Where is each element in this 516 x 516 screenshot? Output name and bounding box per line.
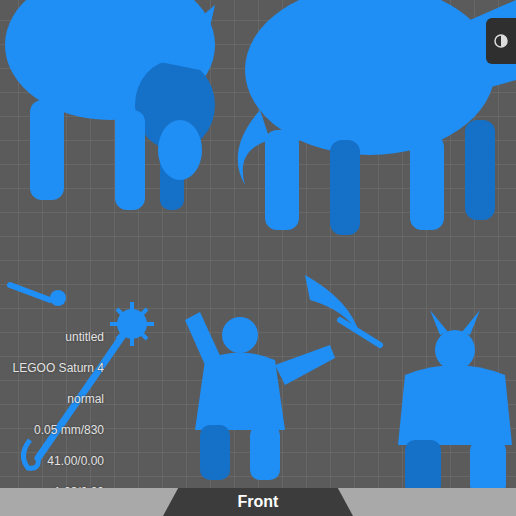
model-scene[interactable] — [0, 0, 516, 516]
orc-rider-armored-icon[interactable] — [398, 310, 512, 495]
flail-icon[interactable] — [10, 285, 66, 306]
mace-icon[interactable] — [23, 302, 154, 468]
print-info-line: normal — [67, 390, 104, 408]
print-info-line: LEGOO Saturn 4 — [13, 359, 104, 377]
print-info-panel: untitled LEGOO Saturn 4 normal 0.05 mm/830 4… — [6, 328, 104, 501]
print-info-line: untitled — [65, 328, 104, 346]
print-info-line: 0.05 mm/830 — [34, 421, 104, 439]
boar-mount-icon[interactable] — [5, 0, 215, 210]
view-tab[interactable]: Front — [163, 488, 353, 516]
print-info-line: 41.00/0.00 — [47, 452, 104, 470]
sickle-icon[interactable] — [305, 275, 380, 345]
view-bar: Front — [0, 488, 516, 516]
view-toggle-button[interactable] — [486, 18, 516, 64]
orc-rider-icon[interactable] — [185, 312, 335, 480]
view-mode-icon — [493, 33, 509, 49]
print-preview-viewport[interactable]: untitled LEGOO Saturn 4 normal 0.05 mm/830 4… — [0, 0, 516, 516]
boar-mount-side-icon[interactable] — [238, 0, 516, 235]
